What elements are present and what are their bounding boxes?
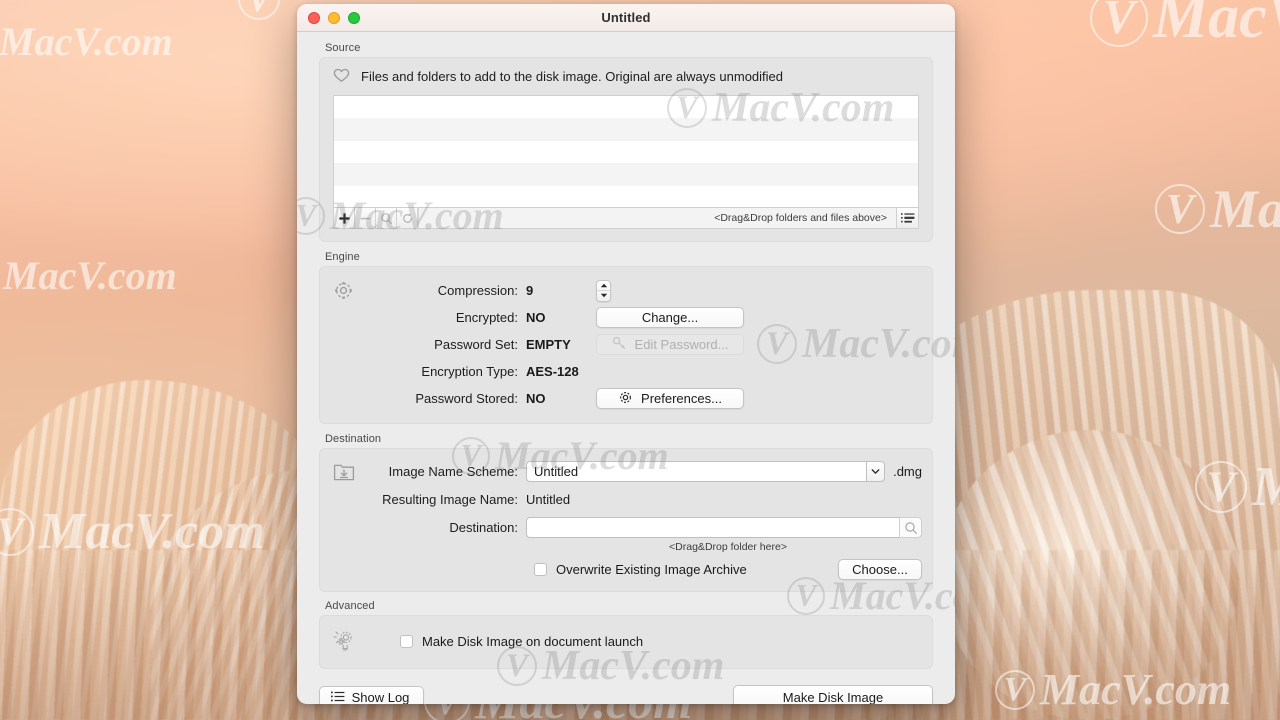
gear-icon — [618, 390, 633, 408]
source-drop-hint-text: <Drag&Drop folders and files above> — [714, 212, 887, 224]
watermark: MacV.com — [995, 664, 1231, 715]
resulting-image-name-label: Resulting Image Name: — [382, 492, 518, 507]
destination-rows: Image Name Scheme: Untitled .dmg Resulti… — [373, 459, 922, 580]
window-footer: Show Log Make Disk Image — [297, 669, 955, 704]
destination-input[interactable] — [526, 517, 899, 538]
rock-formation-right-detail — [940, 430, 1240, 720]
refresh-icon[interactable] — [397, 208, 418, 228]
preferences-label: Preferences... — [641, 391, 722, 406]
folder-download-icon — [333, 459, 373, 580]
stepper-up-icon[interactable] — [597, 281, 610, 291]
list-item[interactable] — [334, 163, 918, 186]
password-set-label: Password Set: — [434, 337, 518, 352]
compression-stepper[interactable] — [596, 279, 611, 302]
rock-formation-left — [0, 380, 340, 720]
password-stored-value: NO — [526, 391, 546, 406]
make-on-launch-checkbox[interactable] — [400, 635, 413, 648]
window-title: Untitled — [601, 10, 651, 25]
source-list-toolbar: <Drag&Drop folders and files above> — [333, 207, 919, 229]
engine-row-compression: Compression: 9 — [373, 277, 919, 304]
destination-searchfield[interactable] — [526, 517, 922, 538]
source-section-label: Source — [325, 42, 361, 54]
advanced-section-label: Advanced — [325, 600, 375, 612]
heart-icon — [333, 67, 350, 86]
image-name-scheme-input[interactable]: Untitled — [526, 461, 867, 482]
search-icon[interactable] — [376, 208, 397, 228]
compression-label: Compression: — [437, 283, 518, 298]
engine-row-password-set: Password Set: EMPTY Edit Password... — [373, 331, 919, 358]
idea-gears-icon — [333, 626, 373, 657]
engine-rows: Compression: 9 Encrypted: NO Change... P… — [373, 277, 919, 412]
resulting-image-name-row: Resulting Image Name: Untitled — [373, 487, 922, 512]
list-item[interactable] — [334, 96, 918, 119]
list-item[interactable] — [334, 140, 918, 164]
source-drop-hint-field[interactable]: <Drag&Drop folders and files above> — [418, 208, 896, 228]
remove-icon[interactable] — [355, 208, 376, 228]
list-icon — [330, 690, 345, 705]
image-name-scheme-label: Image Name Scheme: — [388, 464, 518, 479]
password-set-value: EMPTY — [526, 337, 571, 352]
preferences-button[interactable]: Preferences... — [596, 388, 744, 409]
watermark: MacV.com — [0, 502, 265, 561]
destination-row: Destination: — [373, 515, 922, 540]
app-window: Untitled MacV.com MacV.com MacV.com MacV… — [297, 4, 955, 704]
watermark: MacV.com — [1090, 0, 1280, 53]
destination-drag-note: <Drag&Drop folder here> — [669, 541, 787, 553]
desktop-wallpaper: MacV.com MacV.com MacV.com MacV.com MacV… — [0, 0, 1280, 720]
search-icon[interactable] — [899, 517, 922, 538]
compression-value: 9 — [526, 283, 534, 298]
watermark: MacV.com — [1195, 455, 1280, 519]
key-icon — [612, 336, 627, 354]
encryption-type-value: AES-128 — [526, 364, 579, 379]
resulting-image-name-value: Untitled — [526, 492, 571, 507]
window-titlebar[interactable]: Untitled — [297, 4, 955, 32]
source-section: Files and folders to add to the disk ima… — [319, 57, 933, 242]
chevron-down-icon[interactable] — [866, 461, 886, 482]
engine-row-password-stored: Password Stored: NO Preferences... — [373, 385, 919, 412]
encryption-type-label: Encryption Type: — [421, 364, 518, 379]
engine-row-encryption-type: Encryption Type: AES-128 — [373, 358, 919, 385]
make-on-launch-row: Make Disk Image on document launch — [373, 634, 643, 649]
advanced-section: Make Disk Image on document launch — [319, 615, 933, 669]
image-name-scheme-row: Image Name Scheme: Untitled .dmg — [373, 459, 922, 484]
make-on-launch-label: Make Disk Image on document launch — [422, 634, 644, 649]
watermark: MacV.com — [1155, 178, 1280, 240]
watermark — [238, 0, 280, 20]
watermark: MacV.com — [3, 253, 177, 298]
engine-row-encrypted: Encrypted: NO Change... — [373, 304, 919, 331]
watermark: MacV.com — [0, 19, 173, 64]
overwrite-label: Overwrite Existing Image Archive — [556, 562, 747, 577]
change-button[interactable]: Change... — [596, 307, 744, 328]
add-icon[interactable] — [334, 208, 355, 228]
show-log-label: Show Log — [351, 689, 410, 705]
source-file-list[interactable] — [333, 95, 919, 207]
overwrite-row: Overwrite Existing Image Archive Choose.… — [373, 559, 922, 580]
overwrite-checkbox[interactable] — [534, 563, 547, 576]
list-item[interactable] — [334, 118, 918, 141]
destination-label: Destination: — [449, 520, 518, 535]
password-stored-label: Password Stored: — [415, 391, 518, 406]
gear-icon — [333, 277, 373, 412]
make-disk-image-button[interactable]: Make Disk Image — [733, 684, 933, 704]
extension-label: .dmg — [893, 464, 922, 479]
window-content: MacV.com MacV.com MacV.com MacV.com MacV… — [297, 32, 955, 689]
list-item[interactable] — [334, 185, 918, 207]
list-view-icon[interactable] — [896, 208, 918, 228]
source-hint-text: Files and folders to add to the disk ima… — [361, 69, 783, 84]
choose-button[interactable]: Choose... — [838, 559, 922, 580]
edit-password-label: Edit Password... — [634, 337, 729, 352]
image-name-scheme-combobox[interactable]: Untitled — [526, 461, 886, 482]
source-hint-row: Files and folders to add to the disk ima… — [333, 67, 919, 86]
stepper-down-icon[interactable] — [597, 291, 610, 301]
encrypted-value: NO — [526, 310, 546, 325]
engine-section-label: Engine — [325, 251, 360, 263]
show-log-button[interactable]: Show Log — [319, 685, 424, 705]
edit-password-button[interactable]: Edit Password... — [596, 334, 744, 355]
destination-section-label: Destination — [325, 433, 382, 445]
encrypted-label: Encrypted: — [455, 310, 518, 325]
engine-section: Compression: 9 Encrypted: NO Change... P… — [319, 266, 933, 424]
destination-section: Image Name Scheme: Untitled .dmg Resulti… — [319, 448, 933, 592]
